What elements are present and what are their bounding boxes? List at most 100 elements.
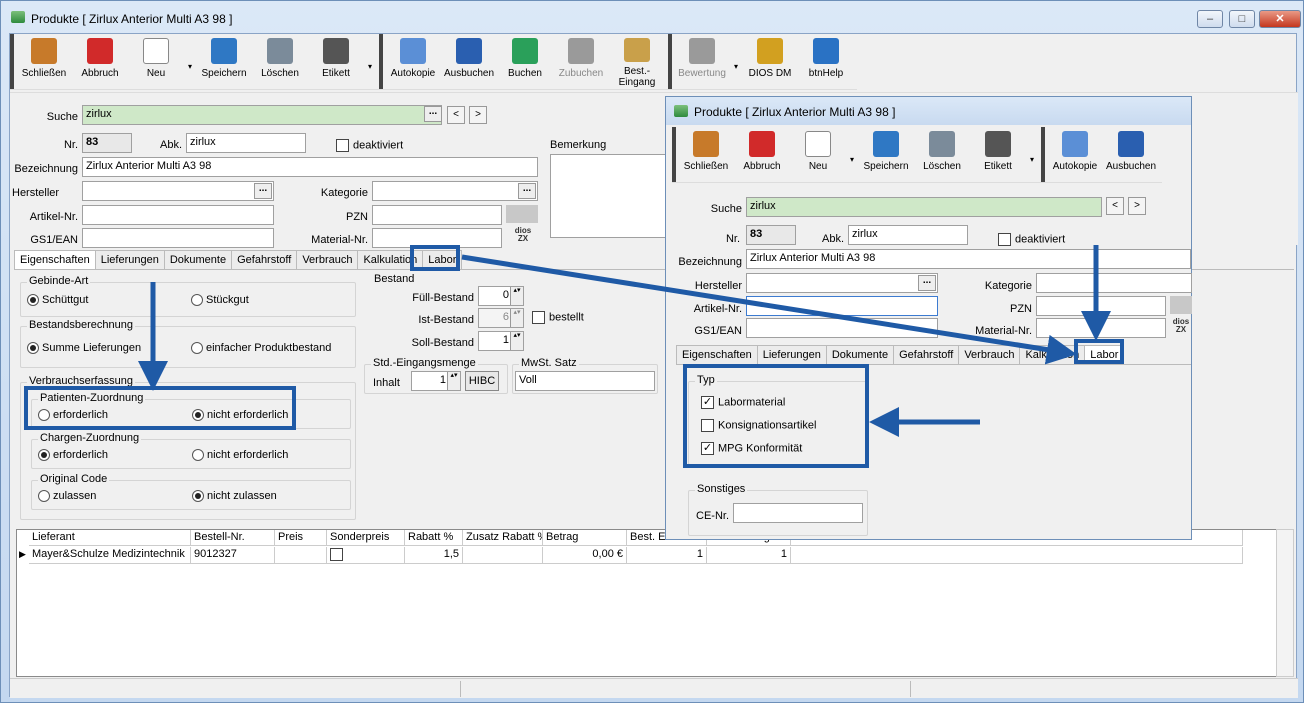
table-cell[interactable]: [791, 547, 1243, 564]
ausbuchen-button[interactable]: Ausbuchen: [1103, 127, 1159, 181]
deaktiviert-checkbox[interactable]: deaktiviert: [336, 139, 403, 152]
table-cell[interactable]: 1,5: [405, 547, 463, 564]
autokopie-button[interactable]: Autokopie: [1047, 127, 1103, 181]
overlay-pzn-field[interactable]: [1036, 296, 1166, 316]
bemerkung-field[interactable]: [550, 154, 668, 238]
overlay-prev-button[interactable]: <: [1106, 197, 1124, 215]
tab-verbrauch[interactable]: Verbrauch: [296, 250, 359, 269]
overlay-artikel-field[interactable]: [746, 296, 938, 316]
radio-dot[interactable]: [38, 490, 50, 503]
bezeichnung-field[interactable]: Zirlux Anterior Multi A3 98: [82, 157, 538, 177]
etikett-button[interactable]: Etikett: [308, 34, 364, 88]
ce-field[interactable]: [733, 503, 863, 523]
btnhelp-button[interactable]: btnHelp: [798, 34, 854, 88]
kategorie-field[interactable]: ...: [372, 181, 538, 201]
summe-radio[interactable]: Summe Lieferungen: [27, 342, 141, 355]
neu-button[interactable]: Neu: [790, 127, 846, 181]
column-header[interactable]: Bestell-Nr.: [191, 530, 275, 546]
overlay-bezeichnung-field[interactable]: Zirlux Anterior Multi A3 98: [746, 249, 1191, 269]
table-cell[interactable]: 9012327: [191, 547, 275, 564]
original-nicht-radio[interactable]: nicht zulassen: [192, 490, 277, 503]
radio-dot[interactable]: [27, 294, 39, 307]
tab-verbrauch[interactable]: Verbrauch: [958, 345, 1021, 364]
radio-dot[interactable]: [191, 294, 203, 307]
best-eingang-button[interactable]: Best.-Eingang: [609, 34, 665, 88]
speichern-button[interactable]: Speichern: [858, 127, 914, 181]
bestellt-box[interactable]: [532, 311, 545, 324]
mwst-select[interactable]: Voll: [515, 371, 655, 391]
tab-dokumente[interactable]: Dokumente: [825, 345, 895, 364]
abk-field[interactable]: zirlux: [186, 133, 306, 153]
tab-eigenschaften[interactable]: Eigenschaften: [676, 345, 758, 364]
table-cell[interactable]: Mayer&Schulze Medizintechnik: [29, 547, 191, 564]
löschen-button[interactable]: Löschen: [252, 34, 308, 88]
overlay-deaktiviert-checkbox[interactable]: deaktiviert: [998, 233, 1065, 246]
schuettgut-radio[interactable]: Schüttgut: [27, 294, 88, 307]
browse-button[interactable]: ...: [918, 275, 936, 291]
pzn-field[interactable]: [372, 205, 502, 225]
artikel-nr-field[interactable]: [82, 205, 274, 225]
bestellt-checkbox[interactable]: bestellt: [532, 311, 584, 324]
table-cell[interactable]: [463, 547, 543, 564]
löschen-button[interactable]: Löschen: [914, 127, 970, 181]
table-cell[interactable]: [275, 547, 327, 564]
tab-gefahrstoff[interactable]: Gefahrstoff: [231, 250, 298, 269]
overlay-abk-field[interactable]: zirlux: [848, 225, 968, 245]
dropdown-arrow-icon[interactable]: ▾: [1026, 127, 1038, 182]
tab-lieferungen[interactable]: Lieferungen: [756, 345, 827, 364]
schließen-button[interactable]: Schließen: [16, 34, 72, 88]
tab-gefahrstoff[interactable]: Gefahrstoff: [893, 345, 960, 364]
column-header[interactable]: Zusatz Rabatt %: [463, 530, 543, 546]
dropdown-arrow-icon[interactable]: ▾: [846, 127, 858, 182]
charge-nicht-radio[interactable]: nicht erforderlich: [192, 449, 288, 462]
overlay-next-button[interactable]: >: [1128, 197, 1146, 215]
tab-lieferungen[interactable]: Lieferungen: [94, 250, 165, 269]
vertical-scrollbar[interactable]: [1276, 529, 1294, 677]
column-header[interactable]: Preis: [275, 530, 327, 546]
dios-zx-icon[interactable]: dios ZX: [510, 227, 536, 245]
kategorie-browse-button[interactable]: ...: [518, 183, 536, 199]
dropdown-arrow-icon[interactable]: ▾: [184, 34, 196, 89]
autokopie-button[interactable]: Autokopie: [385, 34, 441, 88]
radio-dot[interactable]: [192, 449, 204, 462]
hibc-button[interactable]: HIBC: [465, 371, 499, 391]
search-input[interactable]: zirlux: [82, 105, 442, 125]
column-header[interactable]: Betrag: [543, 530, 627, 546]
table-cell[interactable]: 1: [707, 547, 791, 564]
dropdown-arrow-icon[interactable]: ▾: [364, 34, 376, 89]
maximize-button[interactable]: □: [1229, 10, 1255, 28]
close-button[interactable]: ✕: [1259, 10, 1301, 28]
prev-button[interactable]: <: [447, 106, 465, 124]
sonderpreis-checkbox[interactable]: [330, 548, 343, 561]
tab-dokumente[interactable]: Dokumente: [163, 250, 233, 269]
overlay-material-field[interactable]: [1036, 318, 1166, 338]
column-header[interactable]: Sonderpreis: [327, 530, 405, 546]
pzn-button[interactable]: [506, 205, 538, 223]
dropdown-arrow-icon[interactable]: ▾: [730, 34, 742, 89]
overlay-search-input[interactable]: zirlux: [746, 197, 1102, 217]
overlay-pzn-button[interactable]: [1170, 296, 1192, 314]
einfach-radio[interactable]: einfacher Produktbestand: [191, 342, 331, 355]
tab-eigenschaften[interactable]: Eigenschaften: [14, 250, 96, 269]
abbruch-button[interactable]: Abbruch: [72, 34, 128, 88]
table-cell[interactable]: 0,00 €: [543, 547, 627, 564]
overlay-hersteller-field[interactable]: ...: [746, 273, 938, 293]
full-stepper[interactable]: 0: [478, 286, 524, 306]
dios-dm-button[interactable]: DIOS DM: [742, 34, 798, 88]
gs1-field[interactable]: [82, 228, 274, 248]
etikett-button[interactable]: Etikett: [970, 127, 1026, 181]
overlay-kategorie-field[interactable]: [1036, 273, 1192, 293]
radio-dot[interactable]: [192, 490, 204, 503]
abbruch-button[interactable]: Abbruch: [734, 127, 790, 181]
stueckgut-radio[interactable]: Stückgut: [191, 294, 249, 307]
radio-dot[interactable]: [27, 342, 39, 355]
soll-stepper[interactable]: 1: [478, 331, 524, 351]
minimize-button[interactable]: –: [1197, 10, 1223, 28]
zubuchen-button[interactable]: Zubuchen: [553, 34, 609, 88]
deaktiviert-box[interactable]: [336, 139, 349, 152]
column-header[interactable]: Lieferant: [29, 530, 191, 546]
original-zulassen-radio[interactable]: zulassen: [38, 490, 96, 503]
hersteller-browse-button[interactable]: ...: [254, 183, 272, 199]
deaktiviert-box[interactable]: [998, 233, 1011, 246]
neu-button[interactable]: Neu: [128, 34, 184, 88]
